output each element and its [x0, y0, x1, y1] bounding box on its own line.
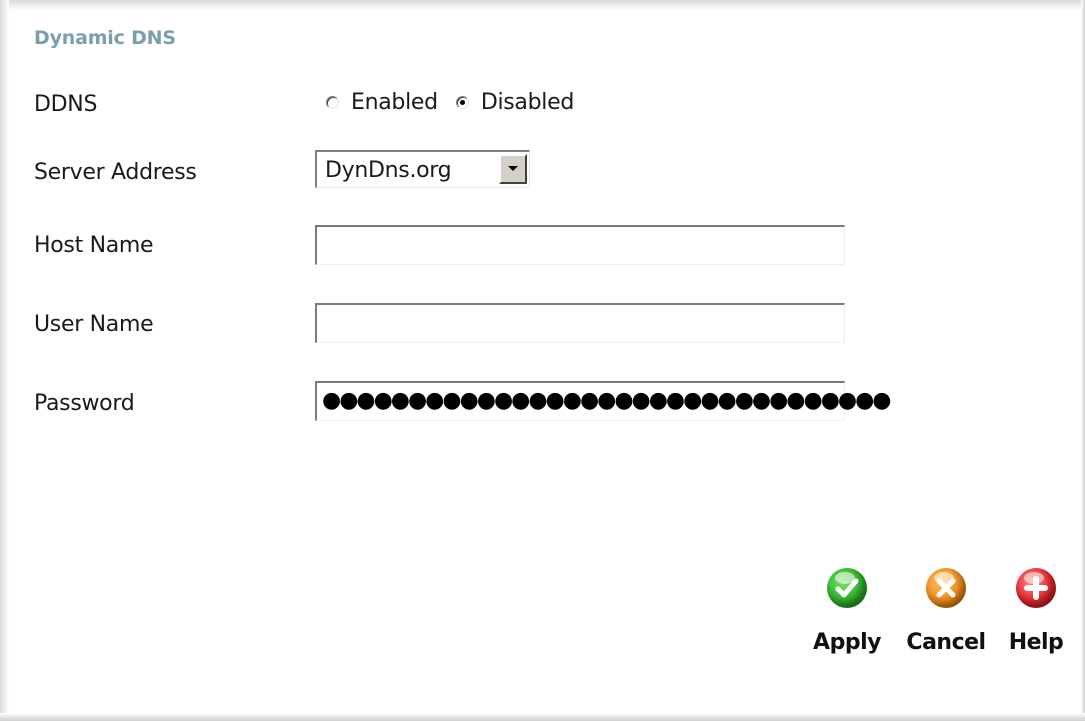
- panel-shadow-top: [0, 0, 1085, 10]
- section-title: Dynamic DNS: [34, 27, 176, 49]
- password-label: Password: [34, 391, 135, 416]
- ddns-enabled-radio[interactable]: [326, 96, 339, 109]
- plus-glyph: [1024, 576, 1048, 600]
- cancel-label: Cancel: [906, 630, 986, 655]
- check-glyph: [835, 578, 859, 598]
- cancel-button[interactable]: Cancel: [898, 568, 994, 655]
- user-name-input[interactable]: [315, 303, 845, 343]
- chevron-down-icon[interactable]: [499, 154, 527, 184]
- check-icon: [827, 568, 867, 608]
- apply-label: Apply: [813, 630, 881, 655]
- server-address-value: DynDns.org: [325, 158, 452, 183]
- x-glyph: [936, 578, 956, 598]
- server-address-select[interactable]: DynDns.org: [315, 150, 530, 188]
- help-button[interactable]: Help: [1003, 568, 1069, 655]
- host-name-label: Host Name: [34, 233, 154, 258]
- ddns-panel: Dynamic DNS DDNS Enabled Disabled Server…: [0, 0, 1085, 721]
- panel-shadow-bottom: [0, 713, 1085, 721]
- ddns-disabled-radio[interactable]: [455, 96, 469, 109]
- help-label: Help: [1008, 630, 1064, 655]
- password-input[interactable]: [315, 381, 845, 421]
- ddns-enabled-label[interactable]: Enabled: [351, 90, 438, 115]
- apply-button[interactable]: Apply: [807, 568, 887, 655]
- host-name-input[interactable]: [315, 225, 845, 265]
- ddns-disabled-label[interactable]: Disabled: [481, 90, 574, 115]
- plus-icon: [1016, 568, 1056, 608]
- user-name-label: User Name: [34, 312, 154, 337]
- ddns-radio-group: Enabled Disabled: [326, 90, 592, 115]
- ddns-label: DDNS: [34, 92, 98, 117]
- panel-shadow-right: [1081, 0, 1085, 721]
- panel-shadow-left: [0, 0, 9, 721]
- x-icon: [926, 568, 966, 608]
- server-address-label: Server Address: [34, 160, 197, 185]
